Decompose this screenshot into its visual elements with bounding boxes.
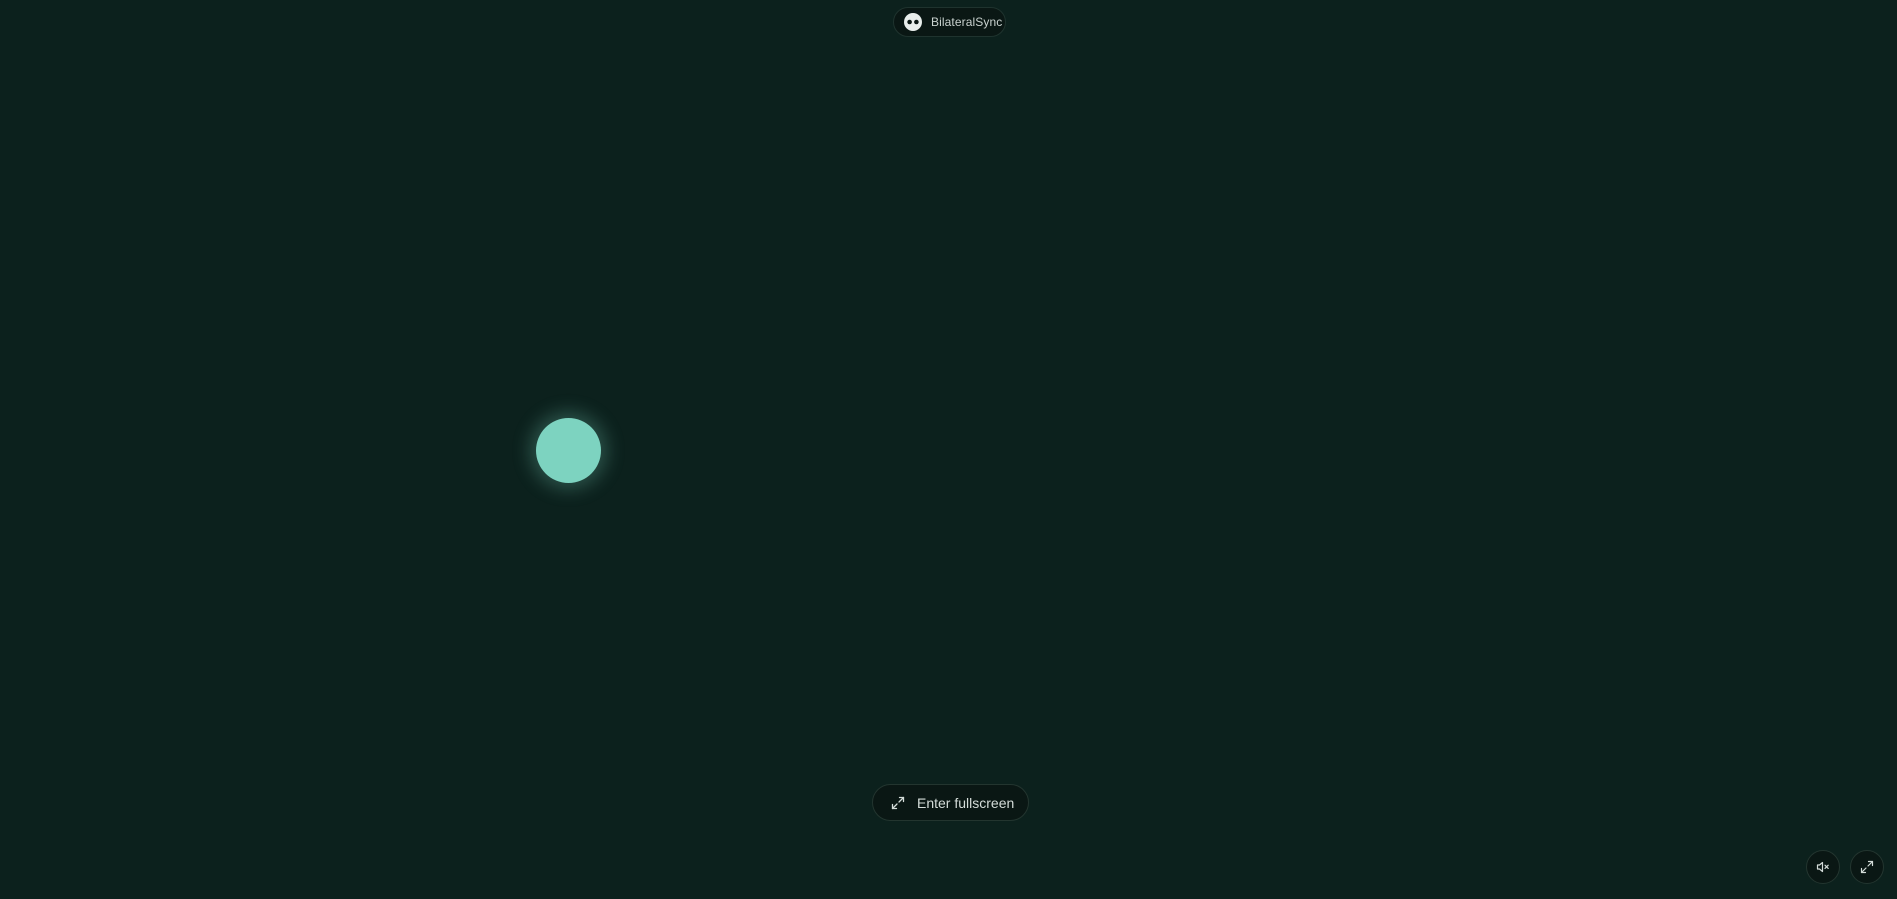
- enter-fullscreen-label: Enter fullscreen: [917, 794, 1015, 811]
- mute-toggle-button[interactable]: [1806, 850, 1840, 884]
- enter-fullscreen-button[interactable]: Enter fullscreen: [872, 784, 1029, 821]
- session-stage: BilateralSync Enter fullscreen: [0, 0, 1897, 899]
- bilateral-eyes-icon: [904, 13, 922, 31]
- speaker-muted-icon: [1816, 860, 1830, 874]
- brand-badge: BilateralSync: [893, 7, 1006, 37]
- expand-arrows-icon: [1860, 860, 1874, 874]
- bilateral-stimulus-dot: [536, 418, 601, 483]
- expand-arrows-icon: [891, 796, 905, 810]
- brand-name: BilateralSync: [931, 15, 1003, 29]
- corner-fullscreen-button[interactable]: [1850, 850, 1884, 884]
